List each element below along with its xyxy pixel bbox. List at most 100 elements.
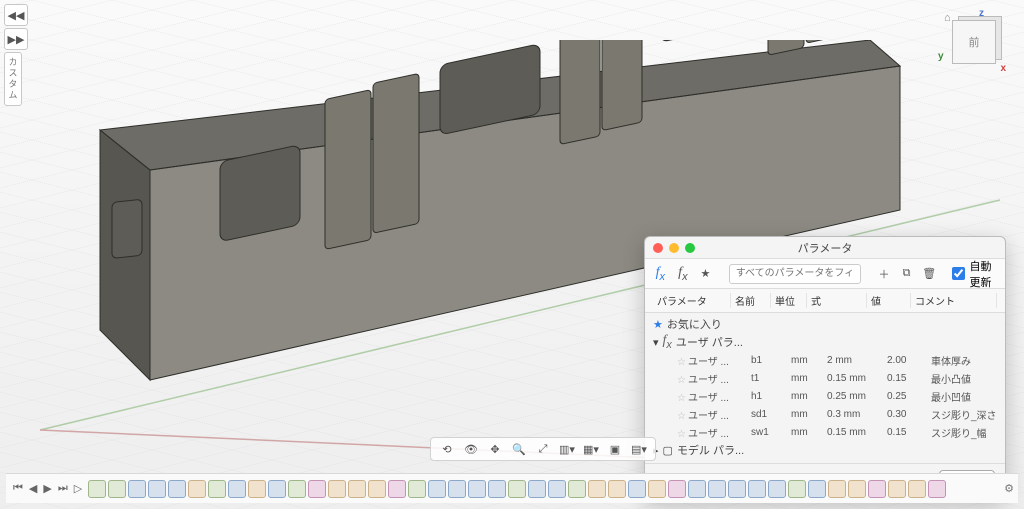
timeline-feature[interactable]	[108, 480, 126, 498]
grid-icon[interactable]: ▦▾	[583, 441, 599, 457]
timeline-feature[interactable]	[768, 480, 786, 498]
row-name: b1	[747, 355, 787, 366]
timeline-feature[interactable]	[508, 480, 526, 498]
row-value: 0.25	[883, 391, 927, 402]
row-expr: 0.25 mm	[823, 391, 883, 402]
timeline-feature[interactable]	[288, 480, 306, 498]
favorite-filter-icon[interactable]: ★	[698, 264, 713, 284]
timeline-feature[interactable]	[228, 480, 246, 498]
timeline-feature[interactable]	[268, 480, 286, 498]
timeline-feature[interactable]	[608, 480, 626, 498]
row-value: 0.30	[883, 409, 927, 420]
auto-update-toggle[interactable]: 自動更新	[952, 258, 996, 290]
pan-icon[interactable]: ✥	[487, 441, 503, 457]
named-view-button[interactable]: カスタム	[4, 52, 22, 106]
timeline-feature[interactable]	[848, 480, 866, 498]
timeline-feature[interactable]	[908, 480, 926, 498]
timeline-feature[interactable]	[888, 480, 906, 498]
row-group: ☆ユーザ ...	[669, 425, 747, 440]
timeline-feature[interactable]	[928, 480, 946, 498]
timeline-play-icon[interactable]: ▷	[74, 483, 82, 495]
param-row[interactable]: ☆ユーザ ...b1mm2 mm2.00車体厚み	[653, 351, 997, 369]
timeline[interactable]: ⏮ ◀ ▶ ⏭ ▷ ⚙	[6, 473, 1018, 503]
home-icon[interactable]: ⌂	[944, 12, 951, 24]
timeline-back-icon[interactable]: ◀	[29, 483, 37, 495]
row-comment: スジ彫り_幅	[927, 425, 997, 440]
timeline-feature[interactable]	[308, 480, 326, 498]
model-params-group[interactable]: ▸▢モデル パラ...	[653, 441, 997, 459]
timeline-feature[interactable]	[128, 480, 146, 498]
orbit-icon[interactable]: ⟲	[439, 441, 455, 457]
timeline-feature[interactable]	[788, 480, 806, 498]
timeline-feature[interactable]	[148, 480, 166, 498]
timeline-feature[interactable]	[408, 480, 426, 498]
timeline-feature[interactable]	[348, 480, 366, 498]
param-row[interactable]: ☆ユーザ ...h1mm0.25 mm0.25最小凹値	[653, 387, 997, 405]
fx-user-param-icon[interactable]: fx	[653, 264, 668, 284]
favorites-group[interactable]: ★お気に入り	[653, 315, 997, 333]
timeline-start-icon[interactable]: ⏮	[13, 482, 23, 494]
row-group: ☆ユーザ ...	[669, 407, 747, 422]
row-group: ☆ユーザ ...	[669, 389, 747, 404]
timeline-feature[interactable]	[248, 480, 266, 498]
row-unit: mm	[787, 391, 823, 402]
timeline-feature[interactable]	[448, 480, 466, 498]
timeline-feature[interactable]	[488, 480, 506, 498]
timeline-feature[interactable]	[548, 480, 566, 498]
timeline-feature[interactable]	[188, 480, 206, 498]
timeline-feature[interactable]	[468, 480, 486, 498]
timeline-feature[interactable]	[708, 480, 726, 498]
viewcube-front-label: 前	[969, 34, 980, 50]
timeline-feature[interactable]	[728, 480, 746, 498]
zoom-icon[interactable]: 🔍	[511, 441, 527, 457]
timeline-end-icon[interactable]: ⏭	[58, 482, 68, 494]
undo-button[interactable]: ◀◀	[4, 4, 28, 26]
axis-x-label: x	[1000, 63, 1006, 74]
fx-model-param-icon[interactable]: fx	[676, 264, 691, 284]
filter-input[interactable]	[729, 264, 861, 284]
timeline-feature[interactable]	[648, 480, 666, 498]
row-group: ☆ユーザ ...	[669, 371, 747, 386]
timeline-feature[interactable]	[568, 480, 586, 498]
timeline-feature[interactable]	[168, 480, 186, 498]
display-mode-icon[interactable]: ▥▾	[559, 441, 575, 457]
timeline-feature[interactable]	[828, 480, 846, 498]
row-expr: 0.15 mm	[823, 373, 883, 384]
timeline-feature[interactable]	[428, 480, 446, 498]
user-params-group[interactable]: ▾fxユーザ パラ...	[653, 333, 997, 351]
timeline-feature[interactable]	[688, 480, 706, 498]
close-icon[interactable]	[653, 243, 663, 253]
effects-icon[interactable]: ▣	[607, 441, 623, 457]
delete-icon[interactable]: 🗑	[922, 264, 937, 284]
timeline-feature[interactable]	[208, 480, 226, 498]
navigation-toolbar[interactable]: ⟲ 👁 ✥ 🔍 ⤢ ▥▾ ▦▾ ▣ ▤▾	[430, 437, 656, 461]
timeline-feature[interactable]	[88, 480, 106, 498]
timeline-feature[interactable]	[368, 480, 386, 498]
timeline-feature[interactable]	[328, 480, 346, 498]
fit-icon[interactable]: ⤢	[535, 441, 551, 457]
timeline-feature[interactable]	[528, 480, 546, 498]
look-icon[interactable]: 👁	[463, 441, 479, 457]
timeline-feature[interactable]	[388, 480, 406, 498]
parameters-panel[interactable]: パラメータ fx fx ★ ＋ ⧉ 🗑 自動更新 パラメータ 名前 単位 式 値…	[644, 236, 1006, 499]
zoom-icon[interactable]	[685, 243, 695, 253]
timeline-feature[interactable]	[668, 480, 686, 498]
timeline-feature[interactable]	[748, 480, 766, 498]
panel-titlebar[interactable]: パラメータ	[645, 237, 1005, 259]
timeline-feature[interactable]	[628, 480, 646, 498]
timeline-feature[interactable]	[808, 480, 826, 498]
minimize-icon[interactable]	[669, 243, 679, 253]
row-comment: スジ彫り_深さ	[927, 407, 997, 422]
param-row[interactable]: ☆ユーザ ...sd1mm0.3 mm0.30スジ彫り_深さ	[653, 405, 997, 423]
redo-button[interactable]: ▶▶	[4, 28, 28, 50]
timeline-settings-icon[interactable]: ⚙	[1004, 482, 1014, 495]
timeline-fwd-icon[interactable]: ▶	[43, 483, 51, 495]
add-icon[interactable]: ＋	[877, 264, 892, 284]
copy-icon[interactable]: ⧉	[899, 264, 914, 284]
timeline-feature[interactable]	[588, 480, 606, 498]
timeline-feature[interactable]	[868, 480, 886, 498]
param-row[interactable]: ☆ユーザ ...t1mm0.15 mm0.15最小凸値	[653, 369, 997, 387]
param-row[interactable]: ☆ユーザ ...sw1mm0.15 mm0.15スジ彫り_幅	[653, 423, 997, 441]
object-visibility-icon[interactable]: ▤▾	[631, 441, 647, 457]
view-cube[interactable]: ⌂ 前 z x y	[944, 12, 1004, 72]
